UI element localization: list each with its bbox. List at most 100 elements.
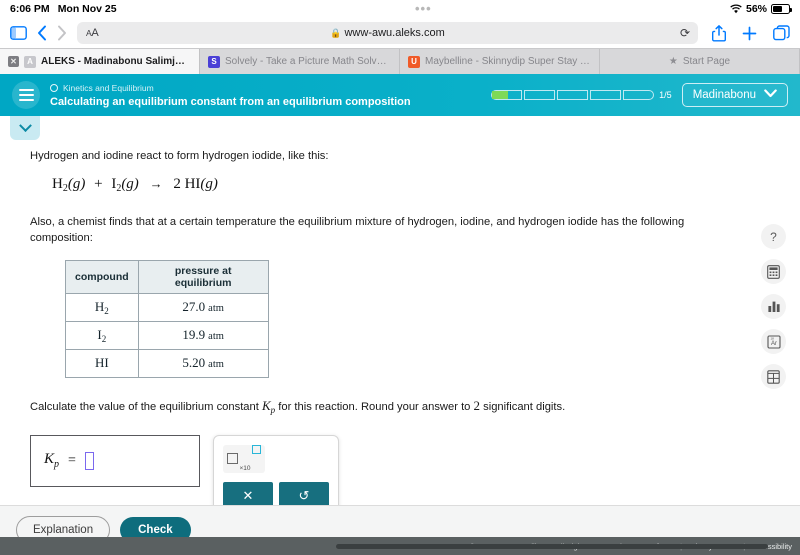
help-icon[interactable]: ? — [761, 224, 786, 249]
times-ten-label: ×10 — [239, 464, 251, 472]
wifi-icon — [730, 4, 742, 14]
table-header-pressure: pressure at equilibrium — [137, 259, 269, 294]
progress-segment — [491, 90, 523, 100]
chevron-down-icon — [764, 89, 777, 101]
toolbar-right-actions — [708, 24, 790, 42]
address-bar[interactable]: AAAA 🔒www-awu.aleks.com ⟳ — [77, 22, 698, 44]
browser-tab-bar: ✕ A ALEKS - Madinabonu Salimjonova - L..… — [0, 48, 800, 74]
table-header-compound: compound — [65, 259, 139, 294]
browser-tab-solvely[interactable]: S Solvely - Take a Picture Math Solver..… — [200, 49, 400, 74]
battery-icon — [771, 4, 792, 14]
equilibrium-pressure-table: compound pressure at equilibrium H2 27.0… — [65, 259, 269, 378]
cell-compound: H2 — [65, 292, 139, 322]
progress-segments — [491, 90, 655, 100]
user-menu-button[interactable]: Madinabonu — [681, 83, 788, 107]
progress-segment — [524, 90, 556, 100]
base-placeholder-box — [227, 453, 239, 465]
hamburger-menu-icon[interactable] — [12, 81, 40, 109]
prompt-part-2: for this reaction. Round your answer to — [278, 400, 471, 413]
browser-toolbar: AAAA 🔒www-awu.aleks.com ⟳ — [0, 18, 800, 48]
svg-text:Ar: Ar — [771, 341, 777, 347]
forward-chevron-icon — [57, 25, 67, 41]
browser-tab-maybelline[interactable]: U Maybelline - Skinnydip Super Stay Te..… — [400, 49, 600, 74]
tab-title: Maybelline - Skinnydip Super Stay Te... — [425, 56, 591, 67]
back-chevron-icon[interactable] — [37, 25, 47, 41]
equation-plus: + — [94, 176, 103, 193]
chevron-down-icon — [18, 118, 32, 132]
bar-chart-icon[interactable] — [761, 294, 786, 319]
star-icon: ★ — [668, 56, 678, 67]
cell-compound: HI — [65, 348, 139, 378]
table-row: HI 5.20 atm — [65, 348, 269, 378]
collapse-header-button[interactable] — [10, 116, 40, 140]
sidebar-toggle-icon[interactable] — [10, 26, 27, 40]
ios-status-bar: 6:06 PM Mon Nov 25 ••• 56% — [0, 0, 800, 18]
lock-icon: 🔒 — [330, 28, 342, 38]
tool-sidebar: ? Ar 18 — [761, 224, 786, 389]
kp-symbol: Kp — [261, 397, 276, 415]
progress-label: 1/5 — [659, 90, 672, 100]
browser-tab-aleks[interactable]: ✕ A ALEKS - Madinabonu Salimjonova - L..… — [0, 49, 200, 74]
horizontal-scrollbar[interactable] — [336, 544, 768, 549]
maybelline-favicon: U — [408, 55, 420, 68]
reaction-arrow-icon: → — [149, 176, 163, 192]
solvely-favicon: S — [208, 55, 220, 68]
tabs-overview-icon[interactable] — [773, 25, 790, 41]
topic-category-label: Kinetics and Equilibrium — [63, 82, 154, 93]
url-text: www-awu.aleks.com — [344, 27, 445, 39]
browser-tab-start-page[interactable]: ★ Start Page — [600, 49, 800, 74]
table-row: H2 27.0 atm — [65, 292, 269, 322]
progress-indicator: 1/5 — [491, 90, 672, 100]
cell-pressure: 5.20 atm — [137, 348, 269, 378]
page-title: Calculating an equilibrium constant from… — [50, 95, 411, 108]
answer-kp-label: Kp — [44, 451, 60, 471]
answer-area: Kp = ×10 ✕ ↺ — [30, 434, 770, 505]
keypad-actions: ✕ ↺ — [223, 481, 329, 505]
exponent-placeholder-box — [251, 444, 261, 454]
footer-wrap: © 2024 McGraw Hill LLC. All Rights Reser… — [0, 537, 800, 555]
topic-category: Kinetics and Equilibrium — [50, 83, 491, 93]
share-icon[interactable] — [712, 24, 726, 42]
table-header-row: compound pressure at equilibrium — [65, 259, 269, 294]
exercise-page: Hydrogen and iodine react to form hydrog… — [0, 116, 800, 553]
cell-compound: I2 — [65, 320, 139, 350]
user-name-label: Madinabonu — [692, 89, 756, 101]
chemical-equation: H2(g) + I2(g) → 2 HI(g) — [52, 176, 770, 194]
status-date: Mon Nov 25 — [57, 3, 117, 15]
status-right-cluster: 56% — [730, 3, 792, 15]
reload-icon[interactable]: ⟳ — [680, 26, 690, 40]
table-row: I2 19.9 atm — [65, 320, 269, 350]
question-content: Hydrogen and iodine react to form hydrog… — [0, 116, 800, 505]
aleks-favicon: A — [24, 55, 36, 68]
svg-text:18: 18 — [770, 336, 774, 340]
url-display: 🔒 www-awu.aleks.com — [77, 27, 698, 39]
reference-table-icon[interactable] — [761, 364, 786, 389]
tab-title: Start Page — [682, 56, 731, 67]
answer-equals-sign: = — [68, 452, 76, 468]
undo-button[interactable]: ↺ — [279, 481, 329, 505]
question-intro: Hydrogen and iodine react to form hydrog… — [30, 150, 329, 162]
tab-title: ALEKS - Madinabonu Salimjonova - L... — [41, 56, 191, 67]
aleks-header: Kinetics and Equilibrium Calculating an … — [0, 74, 800, 116]
calculator-icon[interactable] — [761, 259, 786, 284]
cell-pressure: 27.0 atm — [137, 292, 269, 322]
question-body: Also, a chemist finds that at a certain … — [30, 216, 685, 245]
clear-button[interactable]: ✕ — [223, 481, 273, 505]
prompt-sigfigs: 2 — [473, 397, 481, 413]
empty-answer-placeholder[interactable] — [84, 451, 94, 470]
status-time: 6:06 PM — [10, 3, 50, 15]
scientific-notation-button[interactable]: ×10 — [223, 444, 265, 473]
topic-status-circle-icon — [50, 83, 58, 92]
cell-pressure: 19.9 atm — [137, 320, 269, 350]
prompt-part-3: significant digits. — [483, 400, 566, 413]
progress-segment — [623, 90, 655, 100]
math-keypad-popup: ×10 ✕ ↺ — [213, 434, 339, 505]
plus-icon[interactable] — [742, 26, 757, 41]
tab-close-icon[interactable]: ✕ — [8, 56, 19, 67]
periodic-table-icon[interactable]: Ar 18 — [761, 329, 786, 354]
equation-product: 2 HI(g) — [173, 176, 218, 193]
dynamic-island-dots: ••• — [414, 1, 432, 16]
answer-input[interactable]: Kp = — [30, 434, 200, 487]
progress-segment — [557, 90, 589, 100]
equation-reactant-1: H2(g) — [52, 176, 86, 195]
